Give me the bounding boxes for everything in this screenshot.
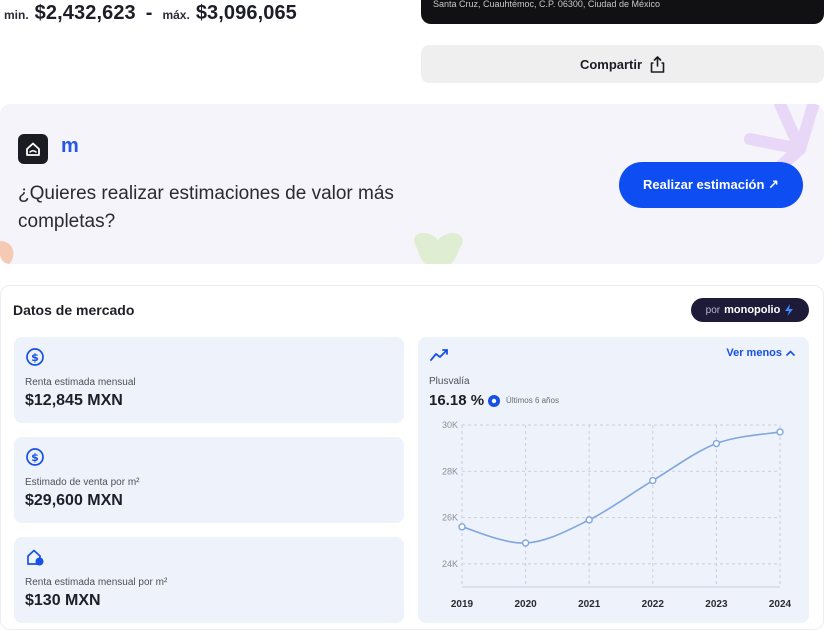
stat-renta-mensual: $ Renta estimada mensual $12,845 MXN bbox=[14, 337, 404, 423]
stat-value: $130 MXN bbox=[25, 592, 101, 609]
x-tick-label: 2019 bbox=[451, 599, 474, 610]
badge-prefix: por bbox=[705, 304, 721, 316]
stat-label: Renta estimada mensual bbox=[25, 377, 136, 388]
plusvalia-period: Últimos 6 años bbox=[506, 396, 559, 405]
svg-text:$: $ bbox=[31, 451, 39, 464]
plusvalia-label: Plusvalía bbox=[429, 376, 470, 387]
y-tick-label: 30K bbox=[442, 420, 458, 430]
decorative-blob-icon bbox=[0, 241, 14, 264]
plusvalia-line-chart: 30K 28K 26K 24K 2019 2020 2021 2022 2023 2024 bbox=[442, 420, 792, 610]
promo-question: ¿Quieres realizar estimaciones de valor … bbox=[18, 183, 394, 232]
stat-venta-m2: $ Estimado de venta por m² $29,600 MXN bbox=[14, 437, 404, 523]
data-point bbox=[521, 539, 530, 547]
y-tick-label: 24K bbox=[442, 559, 458, 569]
chevron-up-icon bbox=[786, 350, 795, 356]
max-label: máx. bbox=[162, 8, 190, 22]
monopolio-badge[interactable]: por monopolio bbox=[691, 298, 809, 322]
max-price: $3,096,065 bbox=[195, 2, 297, 24]
trend-icon bbox=[430, 349, 448, 361]
data-point bbox=[776, 428, 784, 436]
data-point bbox=[649, 476, 657, 485]
price-separator: - bbox=[145, 2, 153, 24]
data-point bbox=[585, 516, 593, 524]
x-tick-label: 2020 bbox=[514, 599, 537, 610]
market-data-title: Datos de mercado bbox=[13, 302, 135, 318]
dollar-circle-icon: $ bbox=[26, 448, 44, 466]
ver-menos-label: Ver menos bbox=[726, 347, 782, 359]
min-price: $2,432,623 bbox=[34, 2, 136, 24]
info-icon[interactable] bbox=[488, 394, 501, 407]
stat-value: $29,600 MXN bbox=[25, 492, 123, 509]
plusvalia-value-row: 16.18 % Últimos 6 años bbox=[429, 392, 559, 409]
min-label: min. bbox=[4, 8, 29, 22]
share-label: Compartir bbox=[579, 56, 643, 72]
stat-label: Renta estimada mensual por m² bbox=[25, 577, 168, 588]
plusvalia-value: 16.18 % bbox=[429, 392, 485, 409]
plusvalia-series-line bbox=[461, 431, 781, 544]
ver-menos-toggle[interactable]: Ver menos bbox=[726, 347, 795, 359]
stat-label: Estimado de venta por m² bbox=[25, 477, 140, 488]
share-icon bbox=[650, 55, 665, 73]
home-logo-icon bbox=[18, 134, 48, 164]
brand-logo-m: m bbox=[61, 135, 79, 157]
data-point bbox=[712, 439, 721, 448]
y-tick-label: 28K bbox=[442, 466, 458, 476]
x-tick-label: 2024 bbox=[769, 599, 792, 610]
x-tick-label: 2022 bbox=[642, 599, 665, 610]
badge-name: monopolio bbox=[724, 304, 781, 316]
share-button[interactable]: Compartir bbox=[421, 45, 824, 83]
realizar-estimacion-button[interactable]: Realizar estimación ↗ bbox=[619, 162, 803, 208]
market-data-card: Datos de mercado por monopolio $ Renta e… bbox=[0, 285, 824, 630]
cta-label: Realizar estimación ↗ bbox=[643, 177, 779, 192]
plusvalia-card: Ver menos Plusvalía 16.18 % Últimos 6 añ… bbox=[418, 337, 809, 623]
address-banner: Santa Cruz, Cuauhtémoc, C.P. 06300, Ciud… bbox=[421, 0, 824, 24]
x-tick-label: 2023 bbox=[705, 599, 728, 610]
dollar-circle-icon: $ bbox=[26, 348, 44, 366]
svg-text:$: $ bbox=[31, 351, 39, 364]
stat-value: $12,845 MXN bbox=[25, 392, 123, 409]
house-dollar-icon bbox=[27, 549, 44, 566]
estimation-promo-banner: m ¿Quieres realizar estimaciones de valo… bbox=[0, 104, 824, 264]
decorative-leaf-icon bbox=[414, 232, 463, 264]
stat-renta-m2: Renta estimada mensual por m² $130 MXN bbox=[14, 537, 404, 623]
y-tick-label: 26K bbox=[442, 513, 458, 523]
bolt-icon bbox=[785, 304, 794, 316]
data-point bbox=[458, 523, 466, 531]
x-tick-label: 2021 bbox=[578, 599, 601, 610]
price-range: min. $2,432,623 - máx. $3,096,065 bbox=[4, 2, 297, 25]
